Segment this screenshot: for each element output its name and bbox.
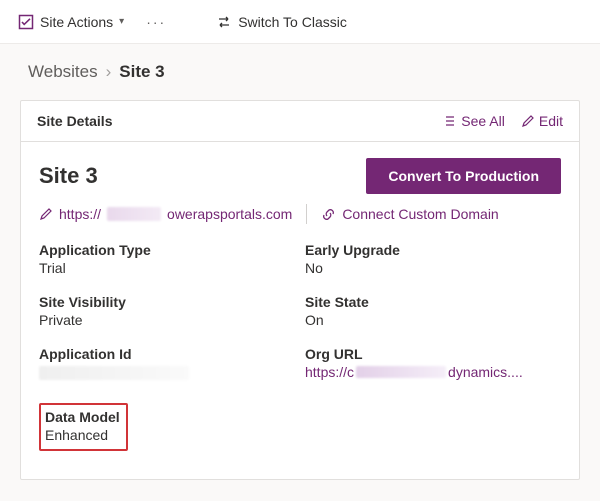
- edit-site-url-link[interactable]: https:// owerapsportals.com: [39, 206, 292, 222]
- site-details-card: Site Details See All Edit Site 3 Convert…: [20, 100, 580, 480]
- redacted-text: [107, 207, 161, 221]
- card-title: Site Details: [37, 113, 112, 129]
- field-label: Org URL: [305, 346, 561, 362]
- site-url-prefix: https://: [59, 206, 101, 222]
- org-url-suffix: dynamics....: [448, 364, 523, 380]
- field-early-upgrade: Early Upgrade No: [305, 242, 561, 276]
- pencil-icon: [39, 207, 53, 221]
- top-command-bar: Site Actions ▾ ··· Switch To Classic: [0, 0, 600, 44]
- field-label: Data Model: [45, 409, 120, 425]
- field-label: Application Id: [39, 346, 295, 362]
- redacted-value: [39, 366, 189, 380]
- edit-button[interactable]: Edit: [521, 113, 563, 129]
- field-site-state: Site State On: [305, 294, 561, 328]
- field-value: Trial: [39, 260, 295, 276]
- breadcrumb: Websites › Site 3: [0, 44, 600, 92]
- divider: [306, 204, 307, 224]
- breadcrumb-root[interactable]: Websites: [28, 62, 98, 82]
- redacted-text: [356, 366, 446, 378]
- site-name-heading: Site 3: [39, 163, 98, 189]
- org-url-prefix: https://c: [305, 364, 354, 380]
- field-value: On: [305, 312, 561, 328]
- chevron-down-icon: ▾: [119, 16, 124, 27]
- switch-classic-label: Switch To Classic: [238, 14, 347, 30]
- connect-custom-domain-link[interactable]: Connect Custom Domain: [321, 206, 498, 222]
- connect-domain-label: Connect Custom Domain: [342, 206, 498, 222]
- convert-to-production-button[interactable]: Convert To Production: [366, 158, 561, 194]
- url-row: https:// owerapsportals.com Connect Custo…: [39, 204, 561, 224]
- field-value: No: [305, 260, 561, 276]
- site-url-suffix: owerapsportals.com: [167, 206, 292, 222]
- list-icon: [443, 114, 457, 128]
- more-menu[interactable]: ···: [140, 10, 172, 34]
- card-header: Site Details See All Edit: [21, 101, 579, 142]
- field-site-visibility: Site Visibility Private: [39, 294, 295, 328]
- checkbox-icon: [18, 14, 34, 30]
- field-value: Private: [39, 312, 295, 328]
- switch-to-classic-button[interactable]: Switch To Classic: [210, 10, 353, 34]
- chevron-right-icon: ›: [106, 62, 112, 82]
- swap-icon: [216, 14, 232, 30]
- field-label: Site State: [305, 294, 561, 310]
- field-data-model: Data Model Enhanced: [39, 403, 128, 451]
- field-org-url: Org URL https://c dynamics....: [305, 346, 561, 383]
- see-all-label: See All: [461, 113, 505, 129]
- field-application-id: Application Id: [39, 346, 295, 383]
- link-icon: [321, 207, 336, 222]
- org-url-link[interactable]: https://c dynamics....: [305, 364, 523, 380]
- field-label: Early Upgrade: [305, 242, 561, 258]
- more-icon: ···: [146, 14, 166, 30]
- field-value: Enhanced: [45, 427, 120, 443]
- field-label: Application Type: [39, 242, 295, 258]
- field-label: Site Visibility: [39, 294, 295, 310]
- site-actions-label: Site Actions: [40, 14, 113, 30]
- breadcrumb-current: Site 3: [119, 62, 164, 82]
- edit-label: Edit: [539, 113, 563, 129]
- site-actions-menu[interactable]: Site Actions ▾: [12, 10, 130, 34]
- field-application-type: Application Type Trial: [39, 242, 295, 276]
- pencil-icon: [521, 114, 535, 128]
- see-all-button[interactable]: See All: [443, 113, 505, 129]
- details-grid: Application Type Trial Early Upgrade No …: [39, 242, 561, 451]
